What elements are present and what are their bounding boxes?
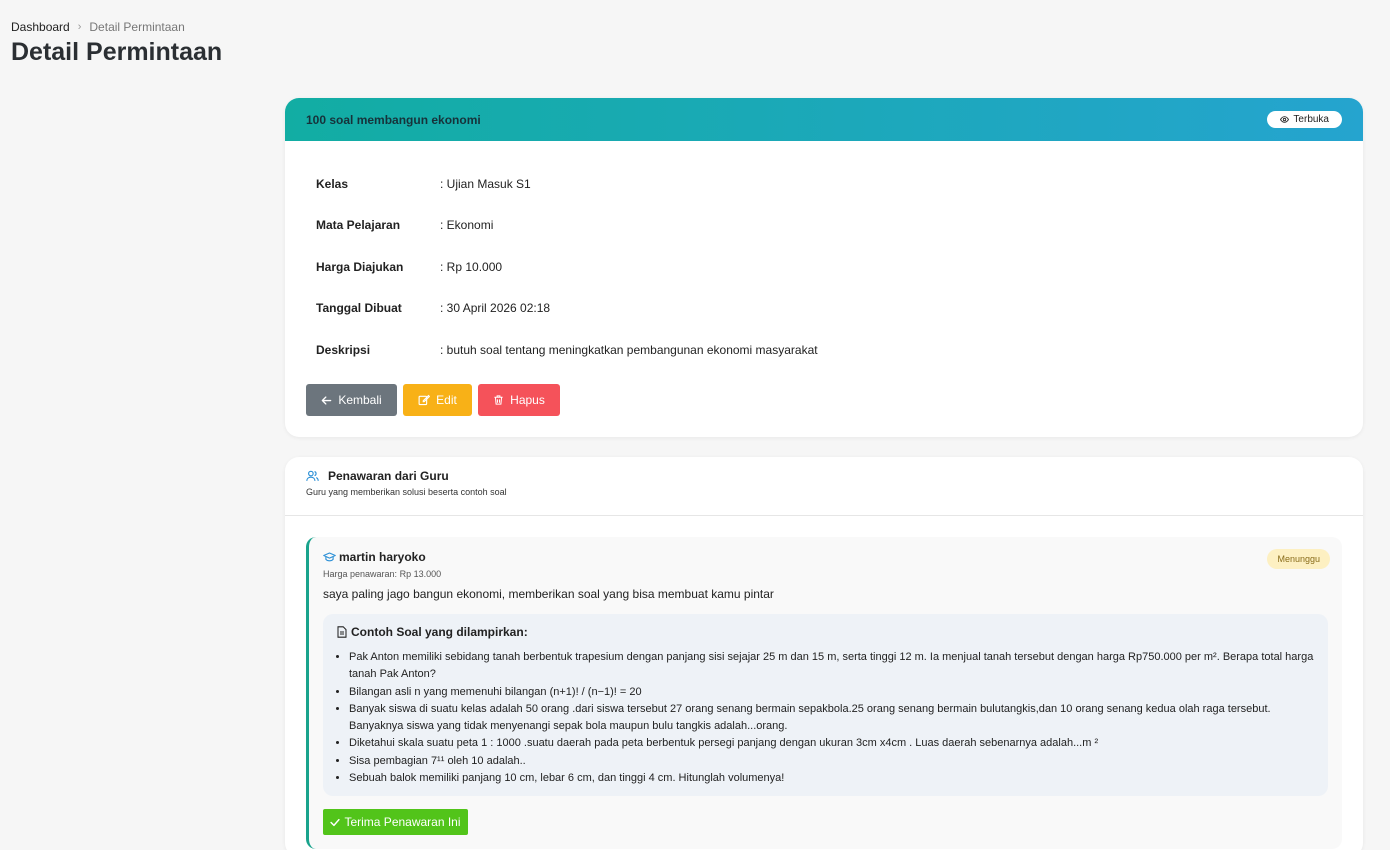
offer-status-badge: Menunggu (1267, 549, 1330, 569)
offer-message: saya paling jago bangun ekonomi, memberi… (323, 587, 774, 601)
edit-icon (418, 394, 431, 406)
offer-price-value: Rp 13.000 (399, 569, 442, 579)
offers-title: Penawaran dari Guru (306, 469, 1342, 483)
edit-button[interactable]: Edit (403, 384, 472, 416)
delete-button-label: Hapus (510, 393, 545, 407)
breadcrumb: Dashboard › Detail Permintaan (11, 20, 185, 34)
field-row-harga-diajukan: Harga Diajukan : Rp 10.000 (316, 260, 502, 274)
breadcrumb-current: Detail Permintaan (89, 20, 185, 34)
list-item: Banyak siswa di suatu kelas adalah 50 or… (349, 701, 1314, 736)
request-title: 100 soal membangun ekonomi (306, 112, 481, 127)
edit-button-label: Edit (436, 393, 457, 407)
users-icon (306, 470, 319, 481)
request-card: 100 soal membangun ekonomi Terbuka Kelas… (285, 98, 1363, 437)
field-row-tanggal-dibuat: Tanggal Dibuat : 30 April 2026 02:18 (316, 301, 550, 315)
field-value: : 30 April 2026 02:18 (440, 301, 551, 315)
field-label: Deskripsi (316, 343, 371, 357)
breadcrumb-dashboard-link[interactable]: Dashboard (11, 20, 70, 34)
list-item: Bilangan asli n yang memenuhi bilangan (… (349, 684, 1314, 701)
offer-price-label: Harga penawaran: (323, 569, 398, 579)
offer-teacher: martin haryoko (323, 550, 426, 564)
sample-questions-list: Pak Anton memiliki sebidang tanah berben… (337, 649, 1314, 787)
list-item: Sisa pembagian 7¹¹ oleh 10 adalah.. (349, 753, 1314, 770)
field-value: : butuh soal tentang meningkatkan pemban… (440, 343, 818, 357)
delete-button[interactable]: Hapus (478, 384, 560, 416)
request-card-header: 100 soal membangun ekonomi Terbuka (285, 98, 1363, 141)
field-value: : Rp 10.000 (440, 260, 503, 274)
offer-price: Harga penawaran: Rp 13.000 (323, 569, 441, 579)
field-row-deskripsi: Deskripsi : butuh soal tentang meningkat… (316, 343, 818, 357)
field-label: Harga Diajukan (316, 260, 404, 274)
graduation-cap-icon (323, 552, 336, 562)
eye-icon (1280, 116, 1290, 123)
page-title: Detail Permintaan (11, 38, 223, 66)
offer-item: martin haryoko Harga penawaran: Rp 13.00… (306, 537, 1342, 849)
list-item: Diketahui skala suatu peta 1 : 1000 .sua… (349, 735, 1314, 752)
back-button-label: Kembali (338, 393, 382, 407)
arrow-left-icon (322, 395, 332, 405)
status-badge-label: Terbuka (1293, 114, 1329, 125)
accept-offer-button[interactable]: Terima Penawaran Ini (323, 809, 468, 835)
action-buttons: Kembali Edit Hapus (306, 384, 560, 416)
field-row-kelas: Kelas : Ujian Masuk S1 (316, 177, 531, 191)
field-label: Tanggal Dibuat (316, 301, 402, 315)
field-label: Mata Pelajaran (316, 218, 401, 232)
document-icon (337, 626, 347, 638)
offer-teacher-name: martin haryoko (339, 550, 426, 564)
trash-icon (494, 395, 503, 405)
offers-title-label: Penawaran dari Guru (328, 469, 449, 483)
offers-header: Penawaran dari Guru Guru yang memberikan… (285, 457, 1363, 516)
list-item: Pak Anton memiliki sebidang tanah berben… (349, 649, 1314, 684)
sample-questions-title: Contoh Soal yang dilampirkan: (337, 625, 1314, 639)
offers-subtitle: Guru yang memberikan solusi beserta cont… (306, 487, 507, 497)
breadcrumb-separator: › (77, 21, 82, 33)
field-value: : Ujian Masuk S1 (440, 177, 531, 191)
field-value: : Ekonomi (440, 218, 494, 232)
check-icon (330, 818, 341, 826)
field-row-mata-pelajaran: Mata Pelajaran : Ekonomi (316, 218, 493, 232)
offers-card: Penawaran dari Guru Guru yang memberikan… (285, 457, 1363, 850)
list-item: Sebuah balok memiliki panjang 10 cm, leb… (349, 770, 1314, 787)
status-badge: Terbuka (1267, 111, 1342, 128)
sample-questions-box: Contoh Soal yang dilampirkan: Pak Anton … (323, 614, 1328, 796)
sample-questions-title-label: Contoh Soal yang dilampirkan: (351, 625, 528, 639)
field-label: Kelas (316, 177, 349, 191)
accept-offer-button-label: Terima Penawaran Ini (344, 815, 461, 829)
back-button[interactable]: Kembali (306, 384, 397, 416)
